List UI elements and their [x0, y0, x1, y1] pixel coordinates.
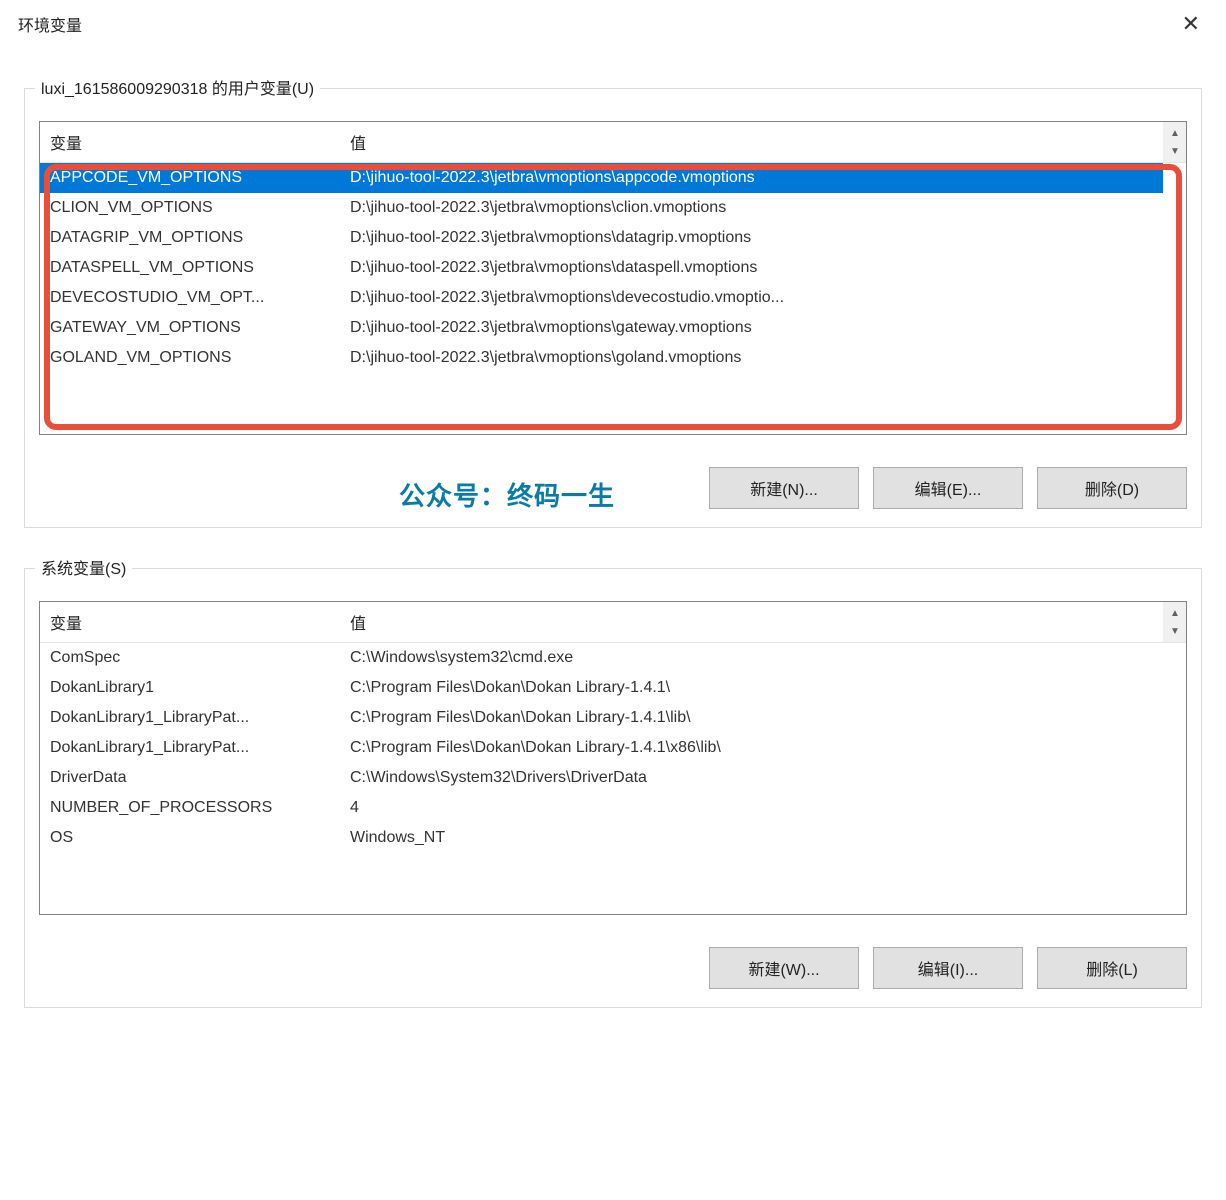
var-name-cell: DATAGRIP_VM_OPTIONS — [40, 223, 340, 253]
var-value-cell: D:\jihuo-tool-2022.3\jetbra\vmoptions\da… — [340, 223, 1163, 253]
table-row[interactable]: DokanLibrary1_LibraryPat...C:\Program Fi… — [40, 733, 1186, 763]
var-value-cell: D:\jihuo-tool-2022.3\jetbra\vmoptions\ap… — [340, 163, 1163, 194]
var-value-cell: C:\Windows\System32\Drivers\DriverData — [340, 763, 1163, 793]
var-name-cell: DokanLibrary1_LibraryPat... — [40, 733, 340, 763]
table-row[interactable]: DriverDataC:\Windows\System32\Drivers\Dr… — [40, 763, 1186, 793]
var-value-cell: D:\jihuo-tool-2022.3\jetbra\vmoptions\da… — [340, 253, 1163, 283]
var-value-cell: D:\jihuo-tool-2022.3\jetbra\vmoptions\de… — [340, 283, 1163, 313]
system-edit-button[interactable]: 编辑(I)... — [873, 947, 1023, 989]
watermark: 公众号：终码一生 — [399, 476, 615, 513]
var-name-cell: GOLAND_VM_OPTIONS — [40, 343, 340, 373]
user-col-value[interactable]: 值 — [340, 122, 1163, 163]
user-new-button[interactable]: 新建(N)... — [709, 467, 859, 509]
table-row[interactable]: OSWindows_NT — [40, 823, 1186, 853]
table-row[interactable]: CLION_VM_OPTIONSD:\jihuo-tool-2022.3\jet… — [40, 193, 1186, 223]
table-row[interactable]: DEVECOSTUDIO_VM_OPT...D:\jihuo-tool-2022… — [40, 283, 1186, 313]
var-value-cell: D:\jihuo-tool-2022.3\jetbra\vmoptions\cl… — [340, 193, 1163, 223]
var-value-cell: C:\Program Files\Dokan\Dokan Library-1.4… — [340, 733, 1163, 763]
table-row[interactable]: DokanLibrary1_LibraryPat...C:\Program Fi… — [40, 703, 1186, 733]
system-vars-table[interactable]: 变量 值 ▲ ▼ ComSpecC:\Windows\system — [40, 602, 1186, 914]
scroll-up-icon[interactable]: ▲ — [1165, 603, 1185, 623]
var-name-cell: DATASPELL_VM_OPTIONS — [40, 253, 340, 283]
user-vars-legend: luxi_161586009290318 的用户变量(U) — [35, 75, 320, 99]
table-row[interactable]: DATAGRIP_VM_OPTIONSD:\jihuo-tool-2022.3\… — [40, 223, 1186, 253]
scroll-down-icon[interactable]: ▼ — [1165, 141, 1185, 161]
sys-col-name[interactable]: 变量 — [40, 602, 340, 643]
var-value-cell: D:\jihuo-tool-2022.3\jetbra\vmoptions\ga… — [340, 313, 1163, 343]
table-row[interactable]: ComSpecC:\Windows\system32\cmd.exe — [40, 643, 1186, 674]
system-scrollbar[interactable]: ▲ ▼ — [1165, 603, 1185, 641]
system-delete-button[interactable]: 删除(L) — [1037, 947, 1187, 989]
system-vars-group: 系统变量(S) 变量 值 ▲ ▼ — [24, 568, 1202, 1008]
var-name-cell: CLION_VM_OPTIONS — [40, 193, 340, 223]
system-vars-legend: 系统变量(S) — [35, 555, 132, 579]
close-icon[interactable]: ✕ — [1174, 7, 1208, 41]
table-row[interactable]: DATASPELL_VM_OPTIONSD:\jihuo-tool-2022.3… — [40, 253, 1186, 283]
var-name-cell: DokanLibrary1_LibraryPat... — [40, 703, 340, 733]
var-name-cell: DEVECOSTUDIO_VM_OPT... — [40, 283, 340, 313]
var-name-cell: ComSpec — [40, 643, 340, 674]
system-new-button[interactable]: 新建(W)... — [709, 947, 859, 989]
var-value-cell: C:\Windows\system32\cmd.exe — [340, 643, 1163, 674]
table-row[interactable]: APPCODE_VM_OPTIONSD:\jihuo-tool-2022.3\j… — [40, 163, 1186, 194]
var-name-cell: NUMBER_OF_PROCESSORS — [40, 793, 340, 823]
table-row[interactable]: GOLAND_VM_OPTIONSD:\jihuo-tool-2022.3\je… — [40, 343, 1186, 373]
user-scrollbar[interactable]: ▲ ▼ — [1165, 123, 1185, 161]
user-vars-table-shell: 变量 值 ▲ ▼ APPCODE_VM_OPTIONSD:\jih — [39, 121, 1187, 435]
var-name-cell: DriverData — [40, 763, 340, 793]
var-value-cell: Windows_NT — [340, 823, 1163, 853]
scroll-down-icon[interactable]: ▼ — [1165, 621, 1185, 641]
user-edit-button[interactable]: 编辑(E)... — [873, 467, 1023, 509]
var-name-cell: DokanLibrary1 — [40, 673, 340, 703]
user-delete-button[interactable]: 删除(D) — [1037, 467, 1187, 509]
table-row[interactable]: GATEWAY_VM_OPTIONSD:\jihuo-tool-2022.3\j… — [40, 313, 1186, 343]
table-row[interactable]: DokanLibrary1C:\Program Files\Dokan\Doka… — [40, 673, 1186, 703]
table-row[interactable]: NUMBER_OF_PROCESSORS4 — [40, 793, 1186, 823]
var-name-cell: OS — [40, 823, 340, 853]
user-col-name[interactable]: 变量 — [40, 122, 340, 163]
var-value-cell: 4 — [340, 793, 1163, 823]
window-title: 环境变量 — [18, 12, 82, 36]
user-vars-group: luxi_161586009290318 的用户变量(U) 变量 值 ▲ — [24, 88, 1202, 528]
sys-col-value[interactable]: 值 — [340, 602, 1163, 643]
scroll-up-icon[interactable]: ▲ — [1165, 123, 1185, 143]
user-vars-table[interactable]: 变量 值 ▲ ▼ APPCODE_VM_OPTIONSD:\jih — [40, 122, 1186, 434]
system-vars-table-shell: 变量 值 ▲ ▼ ComSpecC:\Windows\system — [39, 601, 1187, 915]
var-value-cell: D:\jihuo-tool-2022.3\jetbra\vmoptions\go… — [340, 343, 1163, 373]
var-value-cell: C:\Program Files\Dokan\Dokan Library-1.4… — [340, 673, 1163, 703]
var-name-cell: APPCODE_VM_OPTIONS — [40, 163, 340, 194]
var-name-cell: GATEWAY_VM_OPTIONS — [40, 313, 340, 343]
var-value-cell: C:\Program Files\Dokan\Dokan Library-1.4… — [340, 703, 1163, 733]
